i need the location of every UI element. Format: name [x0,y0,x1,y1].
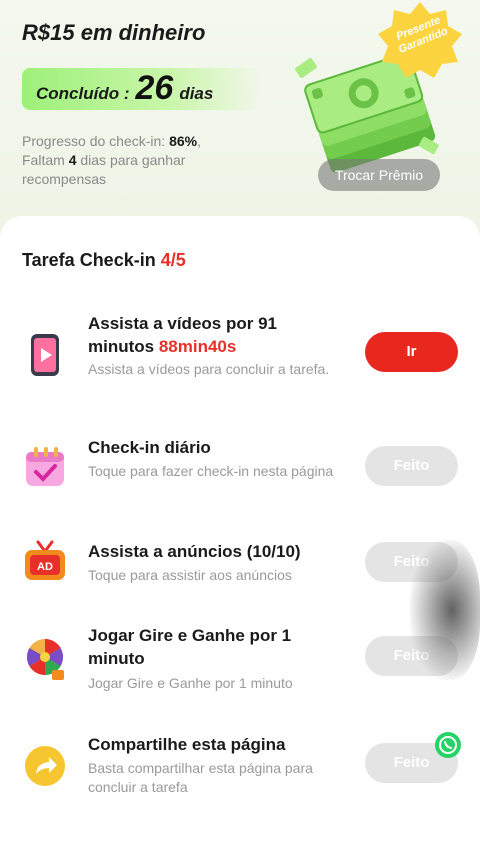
task-title: Assista a anúncios (10/10) [88,542,301,561]
task-description: Basta compartilhar esta página para conc… [88,760,313,795]
remaining-days: 4 [68,152,77,168]
svg-text:AD: AD [37,561,53,573]
remaining-prefix: Faltam [22,152,65,168]
reward-header: R$15 em dinheiro Concluído : 26 dias Pro… [0,0,480,230]
task-title: Assista a vídeos por 91 minutos 88min40s [88,314,277,356]
go-button[interactable]: Ir [365,332,458,372]
task-time-remaining: 88min40s [158,337,237,356]
share-arrow-icon [25,746,65,786]
task-description: Jogar Gire e Ganhe por 1 minuto [88,675,293,691]
trade-prize-button[interactable]: Trocar Prêmio [318,159,440,191]
completed-days-pill: Concluído : 26 dias [22,68,262,110]
task-description: Assista a vídeos para concluir a tarefa. [88,361,330,377]
video-phone-icon [31,334,59,376]
tv-ad-icon: AD [25,540,65,580]
task-description: Toque para assistir aos anúncios [88,567,292,583]
calendar-check-icon [26,447,64,486]
screen-smudge [410,540,480,680]
task-title: Check-in diário [88,438,211,457]
prize-wheel-icon [26,639,64,680]
completed-days-count: 26 [135,69,174,107]
task-description: Toque para fazer check-in nesta página [88,463,334,479]
task-title: Compartilhe esta página [88,735,286,754]
completed-days-unit: dias [179,84,214,103]
tasks-section-title: Tarefa Check-in 4/5 [22,250,186,271]
tasks-count: 4/5 [160,250,186,270]
task-title: Jogar Gire e Ganhe por 1 minuto [88,626,292,668]
done-button[interactable]: Feito [365,446,458,486]
completed-label: Concluído : [36,84,130,103]
progress-percent: 86% [169,133,198,149]
progress-label: Progresso do check-in: [22,133,166,149]
checkin-progress-text: Progresso do check-in: 86%, Faltam 4 dia… [22,133,201,187]
reward-title: R$15 em dinheiro [22,20,206,45]
tasks-title-text: Tarefa Check-in [22,250,156,270]
whatsapp-icon[interactable] [434,731,462,759]
